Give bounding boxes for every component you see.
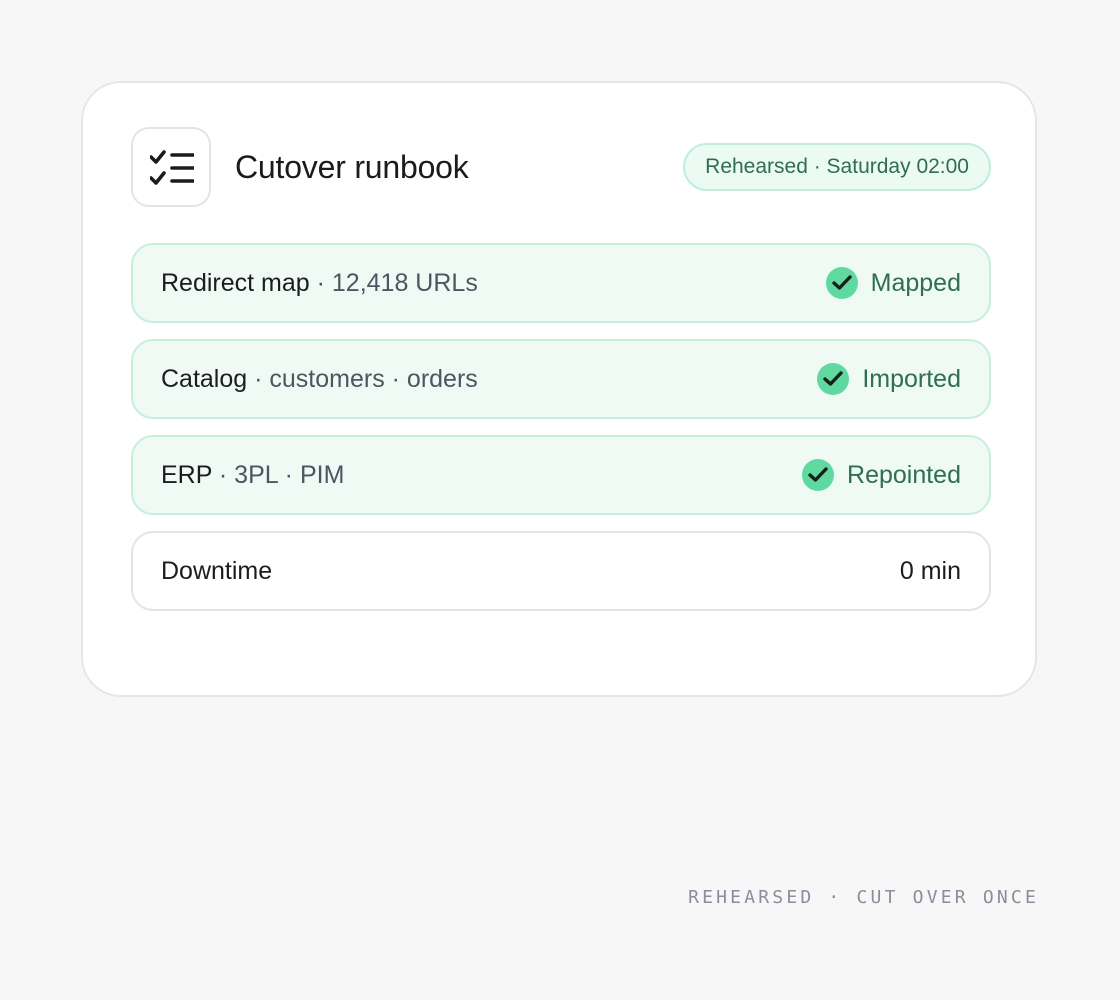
- downtime-value: 0 min: [899, 557, 961, 585]
- step-detail: customers · orders: [269, 365, 478, 393]
- step-name: Redirect map: [161, 269, 310, 297]
- step-row-redirect-map: Redirect map · 12,418 URLs Mapped: [131, 243, 991, 323]
- runbook-card: Cutover runbook Rehearsed · Saturday 02:…: [81, 81, 1037, 697]
- downtime-label: Downtime: [161, 557, 273, 585]
- downtime-value-wrap: 0 min: [900, 533, 961, 609]
- check-circle-icon: [825, 267, 858, 299]
- card-title: Cutover runbook: [235, 149, 469, 185]
- step-status-label: Imported: [862, 365, 961, 393]
- step-label: Catalog · customers · orders: [161, 341, 478, 417]
- step-status-label: Repointed: [847, 461, 961, 489]
- step-label: ERP · 3PL · PIM: [161, 437, 344, 513]
- step-name: Catalog: [161, 365, 248, 393]
- step-detail: 3PL · PIM: [234, 461, 345, 489]
- step-status: Repointed: [802, 437, 961, 513]
- step-row-catalog: Catalog · customers · orders Imported: [131, 339, 991, 419]
- step-detail: 12,418 URLs: [331, 269, 478, 297]
- runbook-steps: Redirect map · 12,418 URLs Mapped Catalo…: [131, 243, 991, 627]
- step-separator: ·: [309, 269, 332, 297]
- step-name: ERP: [161, 461, 212, 489]
- step-row-erp: ERP · 3PL · PIM Repointed: [131, 435, 991, 515]
- card-header: Cutover runbook Rehearsed · Saturday 02:…: [131, 127, 991, 207]
- footer-caption: REHEARSED · CUT OVER ONCE: [688, 887, 1039, 908]
- check-circle-icon: [817, 363, 850, 395]
- rehearsal-status-badge: Rehearsed · Saturday 02:00: [683, 143, 991, 191]
- downtime-row: Downtime 0 min: [131, 531, 991, 611]
- step-status-label: Mapped: [870, 269, 961, 297]
- step-label: Redirect map · 12,418 URLs: [161, 245, 478, 321]
- step-status: Mapped: [825, 245, 961, 321]
- step-status: Imported: [817, 341, 961, 417]
- checklist-icon: [131, 127, 211, 207]
- check-circle-icon: [802, 459, 835, 491]
- step-separator: ·: [211, 461, 235, 489]
- step-separator: ·: [247, 365, 270, 393]
